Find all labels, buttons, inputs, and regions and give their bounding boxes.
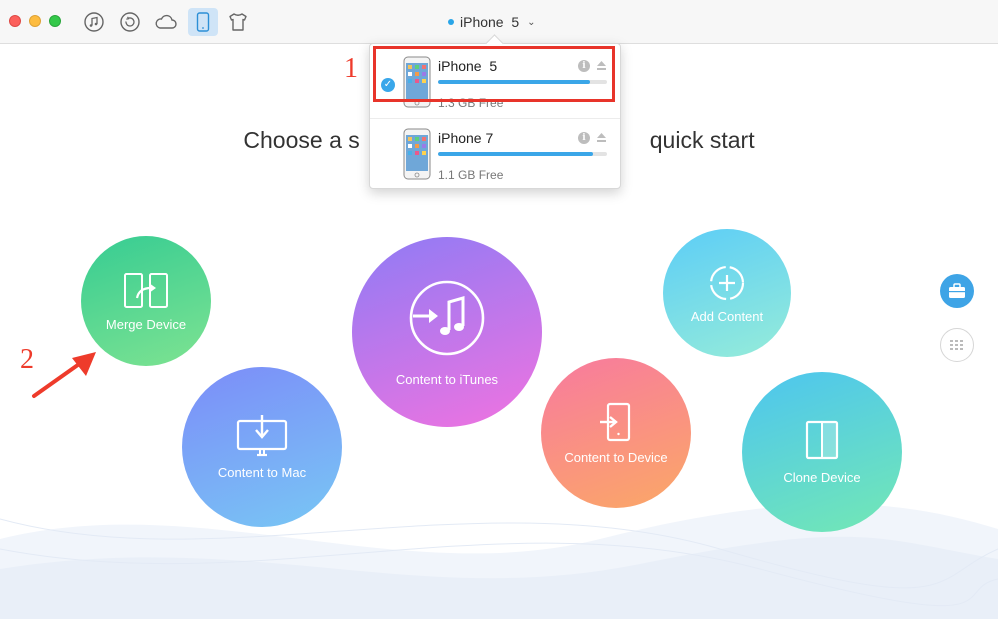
computer-import-icon xyxy=(236,414,288,456)
shirt-icon xyxy=(229,13,247,31)
toolbox-button[interactable] xyxy=(940,274,974,308)
content-to-mac-label: Content to Mac xyxy=(217,464,307,480)
window-minimize-button[interactable] xyxy=(29,15,41,27)
connected-dot-icon xyxy=(448,19,454,25)
device-button[interactable] xyxy=(188,8,218,36)
cloud-icon xyxy=(155,14,177,29)
itunes-library-button[interactable] xyxy=(81,9,107,35)
itunes-import-icon xyxy=(409,280,485,355)
device-row-iphone7[interactable]: iPhone 7 i 1.1 GB Free xyxy=(370,120,620,190)
eject-icon[interactable] xyxy=(596,132,607,143)
free-space: 1.1 GB Free xyxy=(438,168,504,182)
merge-icon xyxy=(124,272,168,308)
merge-device-label: Merge Device xyxy=(105,316,187,332)
annotation-arrow-icon xyxy=(32,352,96,398)
chevron-down-icon: ⌄ xyxy=(527,16,536,28)
content-to-itunes-label: Content to iTunes xyxy=(395,371,499,387)
phone-icon xyxy=(196,12,210,32)
info-icon[interactable]: i xyxy=(578,132,590,144)
selection-highlight-box xyxy=(373,46,615,102)
window-close-button[interactable] xyxy=(9,15,21,27)
icloud-button[interactable] xyxy=(153,9,179,35)
content-to-mac-button[interactable]: Content to Mac xyxy=(182,367,342,527)
device-name: iPhone 7 xyxy=(438,130,494,146)
content-to-itunes-button[interactable]: Content to iTunes xyxy=(352,237,542,427)
annotation-number-1: 1 xyxy=(344,53,358,84)
backup-button[interactable] xyxy=(117,9,143,35)
more-tools-button[interactable] xyxy=(940,328,974,362)
iphone-thumbnail-icon xyxy=(403,128,431,180)
merge-device-button[interactable]: Merge Device xyxy=(81,236,211,366)
add-circle-icon xyxy=(709,265,745,300)
grid-icon xyxy=(950,340,963,350)
content-to-device-button[interactable]: Content to Device xyxy=(541,358,691,508)
briefcase-icon xyxy=(949,283,965,298)
content-to-device-label: Content to Device xyxy=(564,449,668,465)
phone-import-icon xyxy=(600,402,631,441)
clone-device-icon xyxy=(805,420,839,459)
history-icon xyxy=(120,12,140,32)
window-zoom-button[interactable] xyxy=(49,15,61,27)
add-content-button[interactable]: Add Content xyxy=(663,229,791,357)
music-note-icon xyxy=(84,12,104,32)
page-heading-right: quick start xyxy=(649,127,755,153)
device-selector[interactable]: iPhone 5 ⌄ xyxy=(448,12,536,32)
page-heading-left: Choose a s xyxy=(243,127,360,153)
clone-device-button[interactable]: Clone Device xyxy=(742,372,902,532)
title-bar: iPhone 5 ⌄ xyxy=(0,0,998,44)
add-content-label: Add Content xyxy=(690,308,764,324)
toolkit-button[interactable] xyxy=(225,9,251,35)
storage-bar xyxy=(438,152,607,156)
divider xyxy=(370,118,620,119)
clone-device-label: Clone Device xyxy=(783,469,861,485)
device-selector-label: iPhone 5 xyxy=(460,14,520,30)
